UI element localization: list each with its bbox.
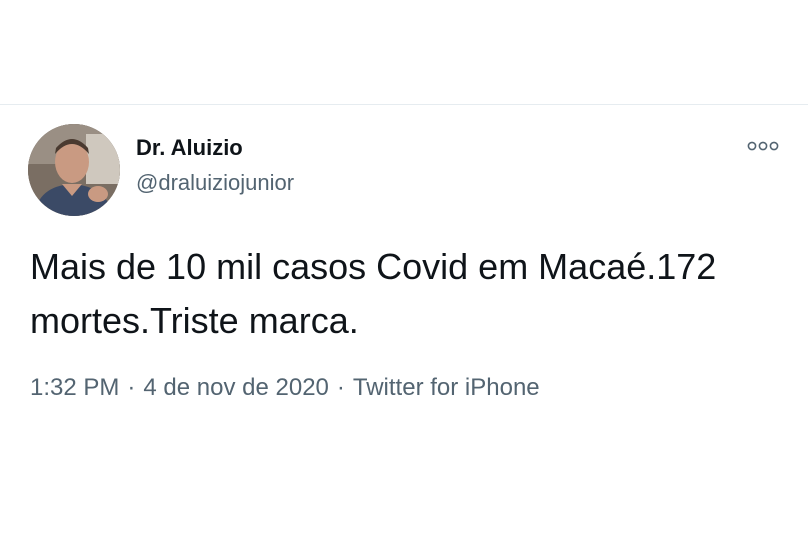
meta-separator: ·	[336, 374, 345, 401]
tweet-text: Mais de 10 mil casos Covid em Macaé.172 …	[30, 246, 717, 341]
avatar-photo	[28, 124, 120, 216]
author-handle[interactable]: @draluiziojunior	[136, 170, 294, 196]
author-display-name[interactable]: Dr. Aluizio	[136, 135, 243, 161]
top-divider	[0, 104, 808, 105]
tweet-date[interactable]: 4 de nov de 2020	[143, 374, 329, 402]
more-options-icon[interactable]	[746, 136, 780, 156]
meta-separator: ·	[127, 374, 136, 401]
tweet-time[interactable]: 1:32 PM	[30, 374, 119, 402]
tweet-source[interactable]: Twitter for iPhone	[353, 374, 540, 402]
tweet-metadata: 1:32 PM · 4 de nov de 2020 · Twitter for iPh…	[30, 374, 540, 402]
avatar[interactable]	[28, 124, 120, 216]
